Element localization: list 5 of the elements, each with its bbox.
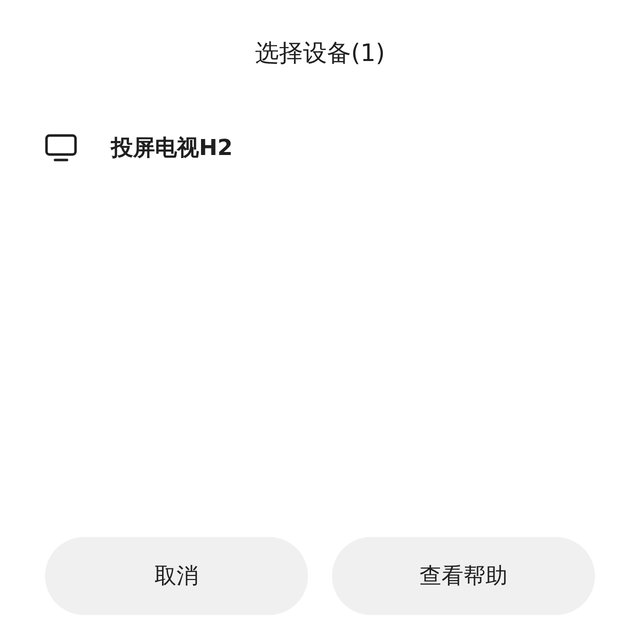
tv-icon	[45, 134, 77, 162]
dialog-title: 选择设备(1)	[254, 38, 386, 69]
device-name[interactable]: 投屏电视H2	[111, 133, 233, 163]
dialog-button[interactable]: 取消	[45, 537, 308, 615]
dialog-button[interactable]: 查看帮助	[332, 537, 595, 615]
